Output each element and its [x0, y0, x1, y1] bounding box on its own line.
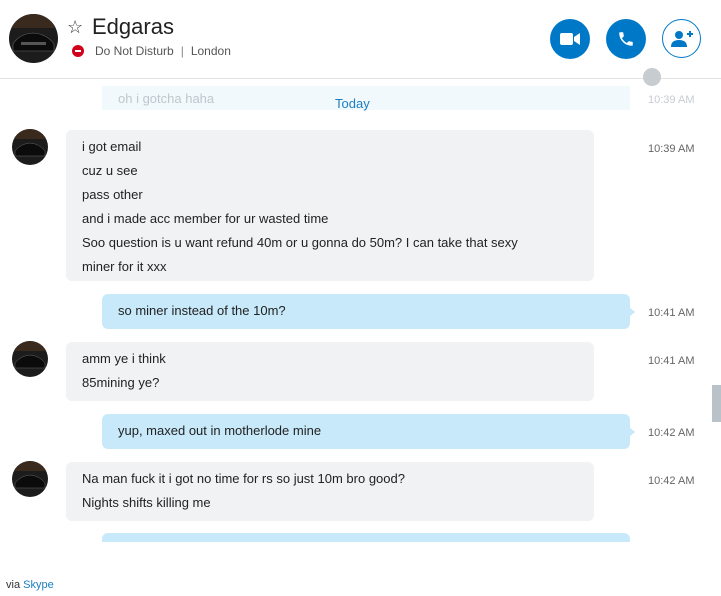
message-time: 10:42 AM — [648, 475, 695, 487]
message-time: 10:41 AM — [648, 355, 695, 367]
sender-avatar[interactable] — [12, 129, 48, 165]
message-line: Soo question is u want refund 40m or u g… — [82, 235, 518, 250]
chat-header: ☆ Edgaras Do Not Disturb | London — [0, 0, 721, 79]
previous-message-time: 10:39 AM — [648, 94, 695, 106]
message-bubble-incoming[interactable]: Na man fuck it i got no time for rs so j… — [66, 462, 594, 521]
date-divider: Today — [335, 96, 370, 111]
message-line: amm ye i think — [82, 351, 166, 366]
add-person-icon — [670, 30, 693, 47]
footer-prefix: via — [6, 579, 21, 591]
message-line: miner for it xxx — [82, 259, 167, 274]
sender-avatar[interactable] — [12, 461, 48, 497]
message-line: yup, maxed out in motherlode mine — [118, 423, 322, 438]
message-time: 10:42 AM — [648, 427, 695, 439]
add-people-button[interactable] — [662, 19, 701, 58]
message-bubble-partial — [102, 533, 630, 542]
contact-avatar[interactable] — [9, 14, 58, 63]
location-text: London — [190, 44, 231, 58]
voice-call-button[interactable] — [606, 19, 646, 59]
favorite-star-icon[interactable]: ☆ — [67, 17, 83, 38]
do-not-disturb-icon — [72, 45, 84, 57]
message-bubble-outgoing[interactable]: so miner instead of the 10m? — [102, 294, 630, 329]
contact-status: Do Not Disturb | London — [72, 44, 231, 58]
sender-avatar[interactable] — [12, 341, 48, 377]
status-text: Do Not Disturb — [95, 44, 174, 58]
message-bubble-outgoing[interactable]: yup, maxed out in motherlode mine — [102, 414, 630, 449]
message-line: Na man fuck it i got no time for rs so j… — [82, 471, 405, 486]
contact-name: Edgaras — [92, 14, 174, 39]
message-time: 10:39 AM — [648, 143, 695, 155]
message-line: pass other — [82, 187, 143, 202]
message-time: 10:41 AM — [648, 307, 695, 319]
message-line: so miner instead of the 10m? — [118, 303, 286, 318]
phone-icon — [619, 32, 633, 46]
message-bubble-incoming[interactable]: i got email cuz u see pass other and i m… — [66, 130, 594, 281]
scrollbar-thumb[interactable] — [712, 385, 721, 422]
message-line: and i made acc member for ur wasted time — [82, 211, 329, 226]
bubble-tail — [628, 306, 635, 318]
video-call-icon — [560, 33, 580, 45]
footer: via Skype — [6, 579, 54, 591]
status-separator: | — [180, 44, 184, 58]
globe-icon[interactable] — [643, 68, 661, 86]
message-line: 85mining ye? — [82, 375, 160, 390]
message-line: i got email — [82, 139, 142, 154]
message-bubble-incoming[interactable]: amm ye i think 85mining ye? — [66, 342, 594, 401]
skype-link[interactable]: Skype — [23, 579, 54, 591]
bubble-tail — [628, 426, 635, 438]
video-call-button[interactable] — [550, 19, 590, 59]
message-line: cuz u see — [82, 163, 138, 178]
message-line: Nights shifts killing me — [82, 495, 211, 510]
